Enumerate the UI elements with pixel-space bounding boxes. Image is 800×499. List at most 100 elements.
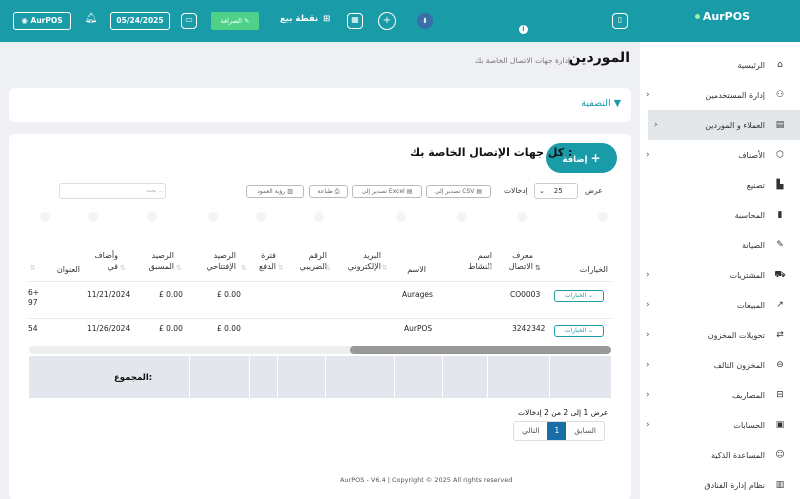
page-1-button[interactable]: 1	[547, 422, 567, 440]
header-business[interactable]: اسم النشاط	[452, 250, 492, 272]
row-options-button[interactable]: الخيارات ⌄	[554, 325, 604, 337]
header-pay-term[interactable]: فترة الدفع	[250, 250, 276, 272]
sidebar-item-label: المحاسبة	[734, 210, 765, 220]
cell-added-on: 11/21/2024	[87, 290, 131, 299]
export-csv-button[interactable]: تصدير إلى CSV ▤	[426, 185, 491, 198]
money-icon[interactable]: ▭	[181, 13, 197, 29]
header-contact-id[interactable]: معرف الاتصال	[497, 250, 533, 272]
options-label: الخيارات	[564, 292, 587, 299]
box-icon: ⬡	[776, 150, 784, 160]
header-address[interactable]: العنوان	[46, 264, 80, 275]
sort-icon[interactable]: ⇅	[30, 264, 36, 272]
info-icon[interactable]: i	[519, 25, 528, 34]
sidebar-item-smart-assistant[interactable]: ☺ المساعدة الذكية	[640, 440, 800, 470]
sidebar-item-label: المصاريف	[731, 390, 765, 400]
sidebar-item-stock-transfers[interactable]: ⇄ تحويلات المخزون ‹	[640, 320, 800, 350]
entries-label: إدخالات	[504, 186, 528, 195]
page-subtitle: إدارة جهات الاتصال الخاصة بك	[474, 56, 570, 65]
sidebar-item-label: المبيعات	[737, 300, 765, 310]
sort-active-icon[interactable]: ⇅	[535, 264, 541, 272]
hotel-icon: ▥	[775, 480, 785, 490]
faded-dot	[147, 212, 157, 222]
robot-icon: ☺	[775, 450, 785, 460]
expenses-icon: ⊟	[776, 390, 784, 400]
excel-icon: ▤	[406, 188, 413, 195]
header-options[interactable]: الخيارات	[572, 264, 608, 275]
sidebar-item-manufacturing[interactable]: ▙ تصنيع	[640, 170, 800, 200]
sidebar-item-accounts[interactable]: ▣ الحسابات ‹	[640, 410, 800, 440]
cell-name: Aurages	[402, 290, 433, 299]
row-options-button[interactable]: الخيارات ⌄	[554, 290, 604, 302]
faded-dot	[256, 212, 266, 222]
filter-card[interactable]: التصفية ▼	[9, 88, 631, 122]
pos-button[interactable]: نقطة بيع ⊞	[280, 14, 330, 24]
sidebar-item-damaged-stock[interactable]: ⊖ المخزون التالف ‹	[640, 350, 800, 380]
cell-added-on: 11/26/2024	[87, 324, 131, 333]
user-menu[interactable]: ◉ AurPOS	[13, 12, 71, 30]
cash-register-button[interactable]: الصرافة ✎	[211, 12, 259, 30]
bell-icon[interactable]: 🔔︎	[83, 13, 99, 29]
sort-icon[interactable]: ⇅	[278, 264, 284, 272]
previous-page-button[interactable]: السابق	[566, 422, 604, 440]
wrench-icon: ✎	[776, 240, 784, 250]
add-circle-icon[interactable]: +	[378, 12, 396, 30]
row-divider	[29, 281, 611, 282]
factory-icon: ▙	[776, 180, 784, 190]
sort-icon[interactable]: ⇅	[120, 264, 126, 272]
cell-advance-balance: £ 0.00	[159, 324, 183, 333]
sidebar-item-label: المساعدة الذكية	[711, 450, 765, 460]
header-advance-balance[interactable]: الرصيد المسبق	[132, 250, 174, 272]
sidebar-item-contacts[interactable]: ▤ العملاء و الموردين ‹	[648, 110, 800, 140]
sort-icon[interactable]: ⇅	[382, 264, 388, 272]
header-tax[interactable]: الرقم الضريبي	[285, 250, 327, 272]
download-icon[interactable]: ⬇	[417, 13, 433, 29]
sort-icon[interactable]: ⇅	[325, 264, 331, 272]
print-button[interactable]: طباعة ⎙	[309, 185, 348, 198]
sidebar-item-home[interactable]: ⌂ الرئيسية	[640, 50, 800, 80]
cell-advance-balance: £ 0.00	[159, 290, 183, 299]
sort-icon[interactable]: ⇅	[241, 264, 247, 272]
cash-label: الصرافة	[220, 17, 242, 25]
header-added-on[interactable]: وأضاف في	[84, 250, 118, 272]
sidebar-item-label: الرئيسية	[737, 60, 765, 70]
sidebar-item-maintenance[interactable]: ✎ الصيانة	[640, 230, 800, 260]
cell-contact-id: 3242342	[512, 324, 546, 333]
sidebar-item-users[interactable]: ⚇ إدارة المستخدمين ‹	[640, 80, 800, 110]
header-email[interactable]: البريد الإلكتروني	[333, 250, 381, 272]
chevron-left-icon: ‹	[646, 420, 650, 430]
faded-dot	[598, 212, 608, 222]
sidebar-item-label: تحويلات المخزون	[707, 330, 765, 340]
filter-icon: ▼	[613, 98, 621, 109]
entries-value: 25	[553, 187, 563, 195]
sidebar-item-expenses[interactable]: ⊟ المصاريف ‹	[640, 380, 800, 410]
sort-icon[interactable]: ⇅	[487, 264, 493, 272]
header-name[interactable]: الاسم	[396, 264, 426, 275]
sidebar-toggle-icon[interactable]: ▯	[612, 13, 628, 29]
top-bar: AurPOS ▯ i ⬇ + ▦ نقطة بيع ⊞ الصرافة ✎ ▭ 0…	[0, 0, 800, 42]
sidebar-item-label: المشتريات	[729, 270, 765, 280]
next-page-button[interactable]: التالي	[514, 422, 547, 440]
sidebar-item-accounting[interactable]: ▮ المحاسبة	[640, 200, 800, 230]
scrollbar-thumb[interactable]	[350, 346, 611, 354]
sort-icon[interactable]: ⇅	[176, 264, 182, 272]
search-input[interactable]: بحث ...	[59, 183, 166, 199]
filter-toggle[interactable]: التصفية ▼	[581, 98, 621, 109]
faded-dot	[517, 212, 527, 222]
footer-divider	[487, 356, 488, 398]
faded-dot	[88, 212, 98, 222]
sidebar-item-hotel[interactable]: ▥ نظام إدارة الفنادق	[640, 470, 800, 499]
column-visibility-button[interactable]: رؤية العمود ▥	[246, 185, 304, 198]
sidebar-item-purchases[interactable]: ⛟ المشتريات ‹	[640, 260, 800, 290]
horizontal-scrollbar[interactable]	[29, 346, 611, 354]
entries-select[interactable]: ⌄ 25	[534, 183, 578, 199]
pagination-info: عرض 1 إلى 2 من 2 إدخالات	[518, 408, 609, 417]
calculator-icon[interactable]: ▦	[347, 13, 363, 29]
export-excel-button[interactable]: تصدير إلى Excel ▤	[352, 185, 422, 198]
pagination: التالي 1 السابق	[513, 421, 605, 441]
chevron-left-icon: ‹	[654, 120, 658, 130]
sidebar-item-sales[interactable]: ↗ المبيعات ‹	[640, 290, 800, 320]
sidebar-item-products[interactable]: ⬡ الأصناف ‹	[640, 140, 800, 170]
header-opening-balance[interactable]: الرصيد الإفتتاحي	[190, 250, 237, 272]
address-book-icon: ▤	[775, 120, 785, 130]
app-logo[interactable]: AurPOS	[694, 10, 750, 23]
